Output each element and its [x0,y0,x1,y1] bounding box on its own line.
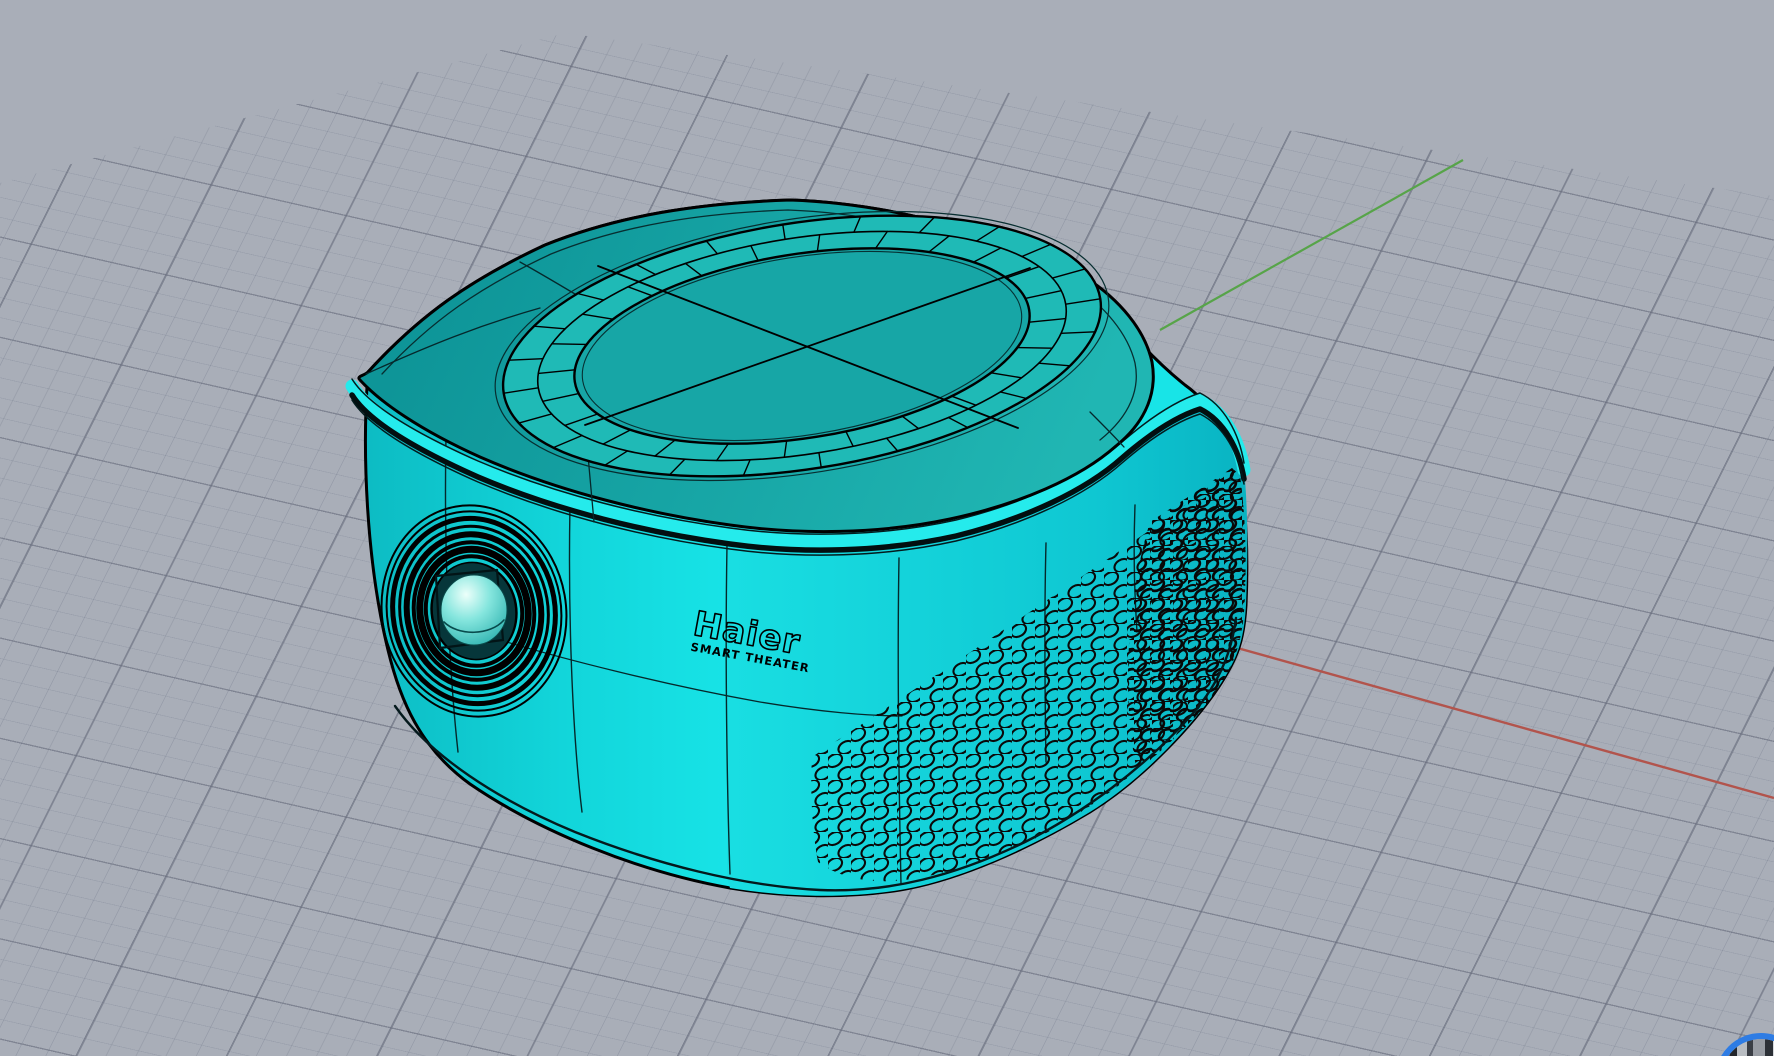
cad-viewport[interactable]: Haier SMART THEATER [0,0,1774,1056]
scene-overlay: Haier SMART THEATER [0,0,1774,1056]
projector-model[interactable]: Haier SMART THEATER [352,172,1247,896]
lens-sphere [441,575,507,645]
x-axis-red [1180,632,1774,798]
y-axis-green [1160,160,1463,330]
grid-far-boundary-mask [0,0,1774,196]
corner-avatar[interactable] [1718,1036,1774,1056]
